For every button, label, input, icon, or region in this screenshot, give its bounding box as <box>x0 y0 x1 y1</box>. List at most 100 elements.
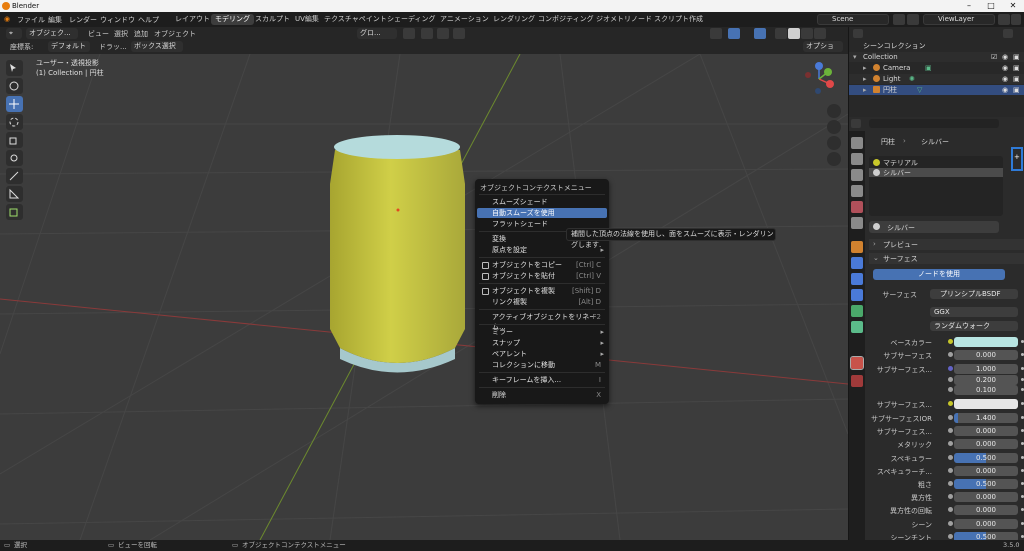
menu-render[interactable]: レンダー <box>69 15 97 25</box>
menu-item-insert-keyframe[interactable]: キーフレームを挿入... I <box>477 375 607 385</box>
menu-view[interactable]: ビュー <box>88 29 109 39</box>
menu-select[interactable]: 選択 <box>114 29 128 39</box>
menu-item-rename[interactable]: アクティブオブジェクトをリネーム... F2 <box>477 312 607 331</box>
socket-dot-icon[interactable] <box>948 401 953 406</box>
tab-animation[interactable]: アニメーション <box>436 14 493 25</box>
outliner-item-light[interactable]: ▸ Light ✺ ◉ ▣ <box>849 74 1024 84</box>
property-field[interactable]: 0.000 <box>954 426 1018 436</box>
slot-item-material[interactable]: マテリアル <box>869 158 1003 167</box>
outliner-item-cylinder[interactable]: ▸ 円柱 ▽ ◉ ▣ <box>849 85 1024 95</box>
outliner-editor-icon[interactable] <box>853 29 863 38</box>
menu-item-mirror[interactable]: ミラー ▸ <box>477 327 607 337</box>
view-layer-tab-icon[interactable] <box>851 185 863 197</box>
texture-tab-icon[interactable] <box>851 375 863 387</box>
rotate-tool-icon[interactable] <box>6 114 23 130</box>
socket-dot-icon[interactable] <box>948 387 953 392</box>
socket-dot-icon[interactable] <box>948 377 953 382</box>
tab-texture-paint[interactable]: テクスチャペイント <box>320 14 391 25</box>
pivot-icon[interactable] <box>403 28 415 39</box>
new-scene-icon[interactable] <box>893 14 905 25</box>
menu-item-move-to-collection[interactable]: コレクションに移動 M <box>477 360 607 370</box>
shading-material-icon[interactable] <box>801 28 813 39</box>
material-browse-icon[interactable] <box>873 223 880 230</box>
property-field[interactable]: 0.000 <box>954 466 1018 476</box>
surface-panel-header[interactable]: ⌄ サーフェス <box>869 253 1024 264</box>
viewlayer-selector[interactable]: ViewLayer <box>923 14 995 25</box>
socket-dot-icon[interactable] <box>948 366 953 371</box>
camera-render-icon[interactable]: ▣ <box>1013 85 1020 95</box>
outliner-item-camera[interactable]: ▸ Camera ▣ ◉ ▣ <box>849 63 1024 73</box>
material-tab-icon[interactable] <box>850 356 864 370</box>
menu-item-link-duplicate[interactable]: リンク複製 [Alt] D <box>477 297 607 307</box>
socket-dot-icon[interactable] <box>948 481 953 486</box>
maximize-icon[interactable]: □ <box>980 0 1002 12</box>
move-tool-icon[interactable] <box>6 96 23 112</box>
socket-dot-icon[interactable] <box>948 455 953 460</box>
socket-dot-icon[interactable] <box>948 441 953 446</box>
shading-rendered-icon[interactable] <box>814 28 826 39</box>
property-field[interactable]: 0.000 <box>954 492 1018 502</box>
property-field[interactable]: 1.400 <box>954 413 1018 423</box>
property-field[interactable] <box>954 337 1018 347</box>
scene-selector[interactable]: Scene <box>817 14 889 25</box>
perspective-grid-icon[interactable] <box>827 152 841 166</box>
menu-help[interactable]: ヘルプ <box>138 15 159 25</box>
property-field[interactable]: 0.000 <box>954 350 1018 360</box>
zoom-icon[interactable] <box>827 104 841 118</box>
filter-icon[interactable] <box>1003 29 1013 38</box>
new-viewlayer-icon[interactable] <box>998 14 1010 25</box>
scale-tool-icon[interactable] <box>6 132 23 148</box>
property-field[interactable] <box>954 399 1018 409</box>
properties-editor-icon[interactable] <box>851 119 861 128</box>
socket-dot-icon[interactable] <box>948 428 953 433</box>
socket-dot-icon[interactable] <box>948 521 953 526</box>
eye-icon[interactable]: ◉ <box>1002 85 1008 95</box>
xray-icon[interactable] <box>775 28 787 39</box>
property-field[interactable]: 0.200 <box>954 375 1018 385</box>
scene-tab-icon[interactable] <box>851 201 863 213</box>
visibility-icon[interactable] <box>710 28 722 39</box>
constraints-tab-icon[interactable] <box>851 305 863 317</box>
options-dropdown[interactable]: オプション <box>803 41 843 61</box>
menu-item-paste-object[interactable]: オブジェクトを貼付 [Ctrl] V <box>477 271 607 281</box>
property-field[interactable]: 0.500 <box>954 479 1018 489</box>
tab-uv[interactable]: UV編集 <box>291 14 323 25</box>
menu-item-shade-smooth[interactable]: スムーズシェード <box>477 197 607 207</box>
property-field[interactable]: 1.000 <box>954 364 1018 374</box>
overlay-icon[interactable] <box>754 28 766 39</box>
delete-scene-icon[interactable] <box>907 14 919 25</box>
property-field[interactable]: 0.000 <box>954 505 1018 515</box>
menu-file[interactable]: ファイル <box>17 15 45 25</box>
socket-dot-icon[interactable] <box>948 415 953 420</box>
cursor-tool-icon[interactable] <box>6 78 23 94</box>
navigation-gizmo[interactable] <box>798 58 840 100</box>
menu-item-parent[interactable]: ペアレント ▸ <box>477 349 607 359</box>
material-selector[interactable]: シルバー <box>869 221 999 233</box>
world-tab-icon[interactable] <box>851 217 863 229</box>
tab-scripting[interactable]: スクリプト作成 <box>650 14 707 25</box>
socket-dot-icon[interactable] <box>948 534 953 539</box>
data-tab-icon[interactable] <box>851 321 863 333</box>
select-box-tool-icon[interactable] <box>6 60 23 76</box>
tab-compositing[interactable]: コンポジティング <box>534 14 598 25</box>
slot-item-silver[interactable]: シルバー <box>869 168 1003 177</box>
camera-render-icon[interactable]: ▣ <box>1013 74 1020 84</box>
checkbox-icon[interactable]: ☑ <box>991 52 997 62</box>
transform-orientation-dropdown[interactable]: グロ... <box>357 28 397 39</box>
eye-icon[interactable]: ◉ <box>1002 63 1008 73</box>
tab-rendering[interactable]: レンダリング <box>489 14 539 25</box>
property-field[interactable]: 0.500 <box>954 453 1018 463</box>
drag-dropdown[interactable]: ボックス選択 <box>131 41 183 52</box>
tab-layout[interactable]: レイアウト <box>171 14 214 25</box>
blender-menu-icon[interactable]: ◉ <box>4 15 10 23</box>
subsurface-method-dropdown[interactable]: ランダムウォーク <box>930 321 1018 331</box>
menu-item-copy-object[interactable]: オブジェクトをコピー [Ctrl] C <box>477 260 607 270</box>
output-tab-icon[interactable] <box>851 169 863 181</box>
gizmo-icon[interactable] <box>728 28 740 39</box>
camera-view-icon[interactable] <box>827 136 841 150</box>
snap-settings-icon[interactable] <box>437 28 449 39</box>
eye-icon[interactable]: ◉ <box>1002 74 1008 84</box>
close-icon[interactable]: ✕ <box>1002 0 1024 12</box>
socket-dot-icon[interactable] <box>948 507 953 512</box>
mode-dropdown[interactable]: オブジェク... <box>26 28 78 39</box>
